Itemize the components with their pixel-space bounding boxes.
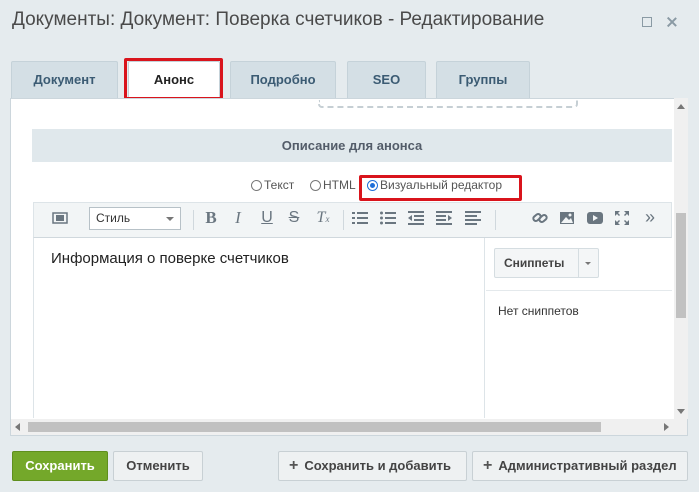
snippets-divider-line xyxy=(486,290,672,291)
radio-text-label: Текст xyxy=(264,178,295,192)
chevron-down-icon xyxy=(166,217,174,221)
toolbar-divider xyxy=(495,210,496,230)
bold-icon[interactable]: B xyxy=(202,209,220,227)
drop-area-outline xyxy=(318,100,578,108)
more-icon[interactable]: » xyxy=(641,208,659,226)
ordered-list-icon[interactable] xyxy=(351,209,369,232)
scroll-right-icon[interactable] xyxy=(664,423,669,431)
tab-highlight-box xyxy=(124,58,223,100)
plus-icon: + xyxy=(483,457,493,474)
italic-icon[interactable]: I xyxy=(229,209,247,227)
toolbar-divider xyxy=(193,210,194,230)
maximize-icon[interactable] xyxy=(642,17,652,27)
horizontal-scrollbar-thumb[interactable] xyxy=(28,422,601,432)
radio-text[interactable]: Текст xyxy=(251,178,294,192)
window-title: Документы: Документ: Поверка счетчиков -… xyxy=(12,9,545,30)
indent-icon[interactable] xyxy=(435,209,453,232)
tab-document[interactable]: Документ xyxy=(11,61,118,98)
image-icon[interactable] xyxy=(558,209,576,232)
snippets-empty-text: Нет сниппетов xyxy=(498,304,579,318)
radio-button-html[interactable] xyxy=(310,179,321,191)
plus-icon: + xyxy=(289,457,299,474)
editor-content[interactable]: Информация о поверке счетчиков xyxy=(51,250,289,267)
tab-detail[interactable]: Подробно xyxy=(230,61,336,98)
save-button[interactable]: Сохранить xyxy=(12,451,108,481)
underline-icon[interactable]: U xyxy=(258,209,276,227)
vertical-scrollbar-thumb[interactable] xyxy=(676,213,686,318)
scroll-down-icon[interactable] xyxy=(677,409,685,414)
fullscreen-icon[interactable] xyxy=(613,209,631,232)
snippets-divider xyxy=(578,249,579,277)
admin-section-button[interactable]: + Административный раздел xyxy=(472,451,688,481)
scroll-left-icon[interactable] xyxy=(15,423,20,431)
video-icon[interactable] xyxy=(586,209,604,232)
snippets-button-label: Сниппеты xyxy=(504,256,565,270)
source-toggle-icon[interactable] xyxy=(51,209,69,232)
style-select[interactable]: Стиль xyxy=(89,207,181,230)
radio-html[interactable]: HTML xyxy=(310,178,356,192)
tab-seo[interactable]: SEO xyxy=(347,61,426,98)
strikethrough-icon[interactable]: S xyxy=(285,209,303,227)
save-and-add-button[interactable]: + Сохранить и добавить xyxy=(278,451,467,481)
save-and-add-label: Сохранить и добавить xyxy=(304,458,451,473)
close-icon[interactable] xyxy=(666,16,678,28)
toolbar-divider xyxy=(343,210,344,230)
scroll-up-icon[interactable] xyxy=(677,104,685,109)
chevron-down-icon[interactable] xyxy=(585,262,591,265)
outdent-icon[interactable] xyxy=(407,209,425,232)
window-titlebar: Документы: Документ: Поверка счетчиков -… xyxy=(0,0,699,44)
align-icon[interactable] xyxy=(464,209,482,232)
tab-groups[interactable]: Группы xyxy=(436,61,530,98)
cancel-button[interactable]: Отменить xyxy=(113,451,203,481)
style-select-value: Стиль xyxy=(96,211,131,225)
radio-button-text[interactable] xyxy=(251,179,262,191)
admin-section-label: Административный раздел xyxy=(498,458,677,473)
radio-highlight-box xyxy=(359,175,522,201)
section-heading: Описание для анонса xyxy=(32,129,672,162)
unordered-list-icon[interactable] xyxy=(379,209,397,232)
link-icon[interactable] xyxy=(531,209,549,232)
radio-html-label: HTML xyxy=(323,178,356,192)
remove-format-icon[interactable]: Tx xyxy=(314,209,332,228)
